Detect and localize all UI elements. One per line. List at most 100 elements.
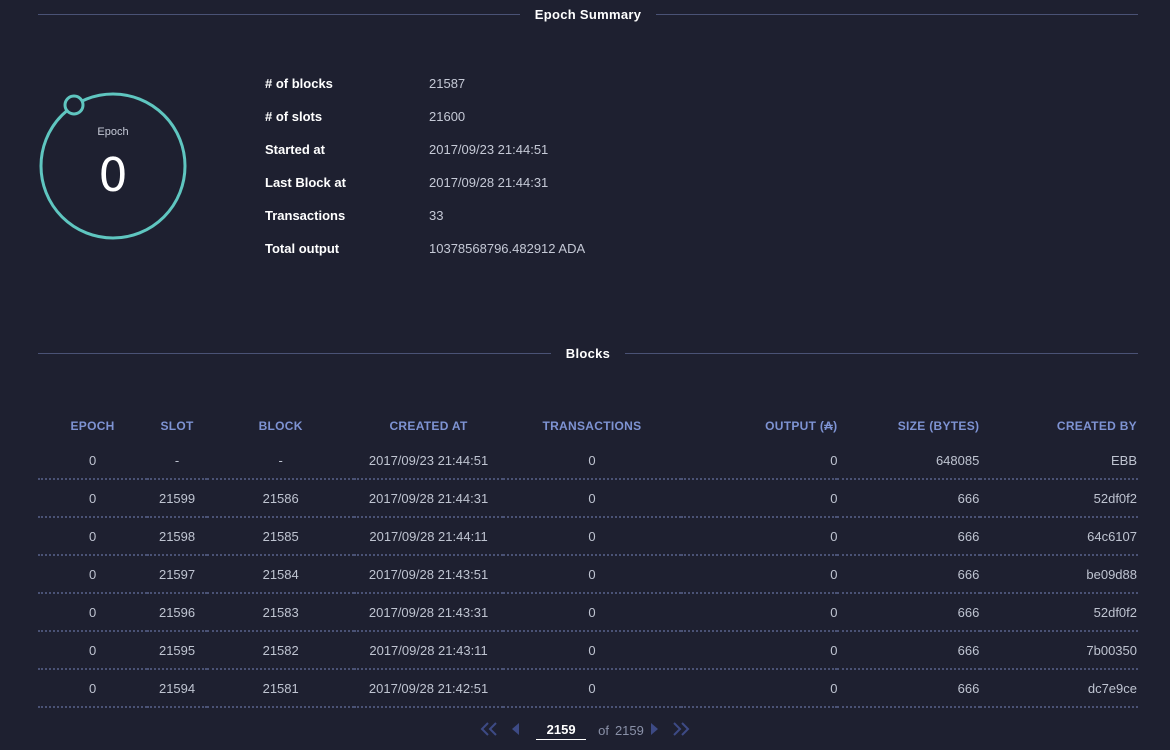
- cell-slot: 21596: [147, 593, 207, 632]
- cell-output: 0: [681, 555, 838, 594]
- prev-page-button[interactable]: [510, 722, 520, 739]
- divider-line: [38, 352, 551, 354]
- table-row[interactable]: 0 21595 21582 2017/09/28 21:43:11 0 0 666 7b003…: [38, 631, 1138, 670]
- cell-slot: 21597: [147, 555, 207, 594]
- summary-key: Last Block at: [265, 175, 346, 190]
- summary-key: Total output: [265, 241, 340, 256]
- cell-size: 666: [837, 593, 981, 632]
- cell-epoch[interactable]: 0: [38, 442, 148, 480]
- blocks-header: Blocks: [38, 343, 1138, 363]
- epoch-label: Epoch: [97, 126, 129, 138]
- of-label: of: [598, 722, 609, 738]
- column-header-created-by: CREATED BY: [1056, 419, 1137, 433]
- cell-created-by: 52df0f2: [980, 593, 1138, 632]
- divider-line: [625, 352, 1138, 354]
- table-row[interactable]: 0 21598 21585 2017/09/28 21:44:11 0 0 666 64c61…: [38, 517, 1138, 556]
- summary-row: Transactions 33: [265, 199, 585, 232]
- column-header-created-at: CREATED AT: [389, 419, 468, 433]
- cell-created-by: 52df0f2: [980, 479, 1138, 518]
- cell-transactions: 0: [502, 517, 682, 556]
- summary-key: # of slots: [265, 109, 323, 124]
- summary-value: 21587: [429, 76, 466, 91]
- cell-output: 0: [681, 517, 838, 556]
- cell-transactions: 0: [502, 631, 682, 670]
- cell-size: 666: [837, 517, 981, 556]
- summary-value: 2017/09/23 21:44:51: [429, 142, 549, 157]
- summary-row: Total output 10378568796.482912 ADA: [265, 232, 585, 265]
- cell-block[interactable]: 21581: [206, 669, 355, 708]
- last-page-button[interactable]: [672, 721, 690, 739]
- next-page-button[interactable]: [650, 722, 660, 739]
- column-header-slot: SLOT: [160, 419, 194, 433]
- cell-created-by: EBB: [980, 442, 1138, 480]
- summary-value: 33: [429, 208, 444, 223]
- summary-row: # of slots 21600: [265, 100, 585, 133]
- cell-created-at: 2017/09/28 21:44:11: [354, 517, 503, 556]
- summary-row: Last Block at 2017/09/28 21:44:31: [265, 166, 585, 199]
- double-chevron-right-icon: [673, 721, 690, 736]
- summary-value: 21600: [429, 109, 466, 124]
- double-chevron-left-icon: [480, 721, 497, 736]
- cell-created-at: 2017/09/28 21:44:31: [354, 479, 503, 518]
- cell-transactions: 0: [502, 669, 682, 708]
- table-row[interactable]: 0 21599 21586 2017/09/28 21:44:31 0 0 666 52df0…: [38, 479, 1138, 518]
- cell-output: 0: [681, 631, 838, 670]
- column-header-output: OUTPUT (₳): [765, 419, 838, 433]
- cell-transactions: 0: [502, 593, 682, 632]
- table-header-row: EPOCH SLOT BLOCK CREATED AT TRANSACTIONS…: [38, 410, 1138, 442]
- cell-epoch[interactable]: 0: [38, 517, 148, 556]
- epoch-summary-header: Epoch Summary: [38, 4, 1139, 24]
- divider-line: [38, 13, 520, 15]
- cell-output: 0: [681, 593, 838, 632]
- cell-transactions: 0: [502, 479, 682, 518]
- first-page-button[interactable]: [480, 721, 498, 739]
- pagination: of 2159: [0, 720, 1170, 740]
- cell-size: 666: [837, 555, 981, 594]
- epoch-summary-list: # of blocks 21587 # of slots 21600 Start…: [265, 67, 585, 265]
- column-header-epoch: EPOCH: [70, 419, 115, 433]
- cell-created-by: 64c6107: [980, 517, 1138, 556]
- cell-block[interactable]: 21583: [206, 593, 355, 632]
- table-row[interactable]: 0- -2017/09/23 21:44:51 0 0 648085 EBB: [38, 442, 1138, 480]
- cell-created-by: 7b00350: [980, 631, 1138, 670]
- cell-created-at: 2017/09/28 21:43:31: [354, 593, 503, 632]
- triangle-right-icon: [650, 722, 658, 735]
- cell-block[interactable]: 21584: [206, 555, 355, 594]
- table-row[interactable]: 0 21594 21581 2017/09/28 21:42:51 0 0 666 dc7e9…: [38, 669, 1138, 708]
- cell-size: 666: [837, 669, 981, 708]
- cell-block[interactable]: 21582: [206, 631, 355, 670]
- cell-size: 648085: [837, 442, 981, 480]
- cell-epoch[interactable]: 0: [38, 631, 148, 670]
- cell-created-at: 2017/09/28 21:42:51: [354, 669, 503, 708]
- epoch-number: 0: [98, 148, 128, 202]
- table-row[interactable]: 0 21596 21583 2017/09/28 21:43:31 0 0 666 52df0…: [38, 593, 1138, 632]
- epoch-summary-title: Epoch Summary: [534, 6, 642, 22]
- blocks-title: Blocks: [565, 345, 611, 361]
- blocks-table: EPOCH SLOT BLOCK CREATED AT TRANSACTIONS…: [38, 410, 1138, 708]
- column-header-size: SIZE (BYTES): [897, 419, 980, 433]
- cell-slot: -: [147, 442, 207, 480]
- cell-created-at: 2017/09/23 21:44:51: [354, 442, 503, 480]
- cell-transactions: 0: [502, 555, 682, 594]
- cell-output: 0: [681, 669, 838, 708]
- cell-epoch[interactable]: 0: [38, 555, 148, 594]
- cell-block: -: [206, 442, 355, 480]
- cell-epoch[interactable]: 0: [38, 593, 148, 632]
- cell-created-at: 2017/09/28 21:43:11: [354, 631, 503, 670]
- total-pages: 2159: [614, 722, 644, 738]
- page-number-input[interactable]: [536, 720, 587, 740]
- summary-key: Started at: [265, 142, 325, 157]
- cell-transactions: 0: [502, 442, 682, 480]
- summary-row: Started at 2017/09/23 21:44:51: [265, 133, 585, 166]
- cell-epoch[interactable]: 0: [38, 669, 148, 708]
- cell-slot: 21598: [147, 517, 207, 556]
- cell-epoch[interactable]: 0: [38, 479, 148, 518]
- summary-value: 2017/09/28 21:44:31: [429, 175, 549, 190]
- cell-slot: 21595: [147, 631, 207, 670]
- divider-line: [656, 13, 1139, 15]
- cell-created-by: dc7e9ce: [980, 669, 1138, 708]
- cell-slot: 21599: [147, 479, 207, 518]
- cell-block[interactable]: 21585: [206, 517, 355, 556]
- cell-block[interactable]: 21586: [206, 479, 355, 518]
- table-row[interactable]: 0 21597 21584 2017/09/28 21:43:51 0 0 666 be09d…: [38, 555, 1138, 594]
